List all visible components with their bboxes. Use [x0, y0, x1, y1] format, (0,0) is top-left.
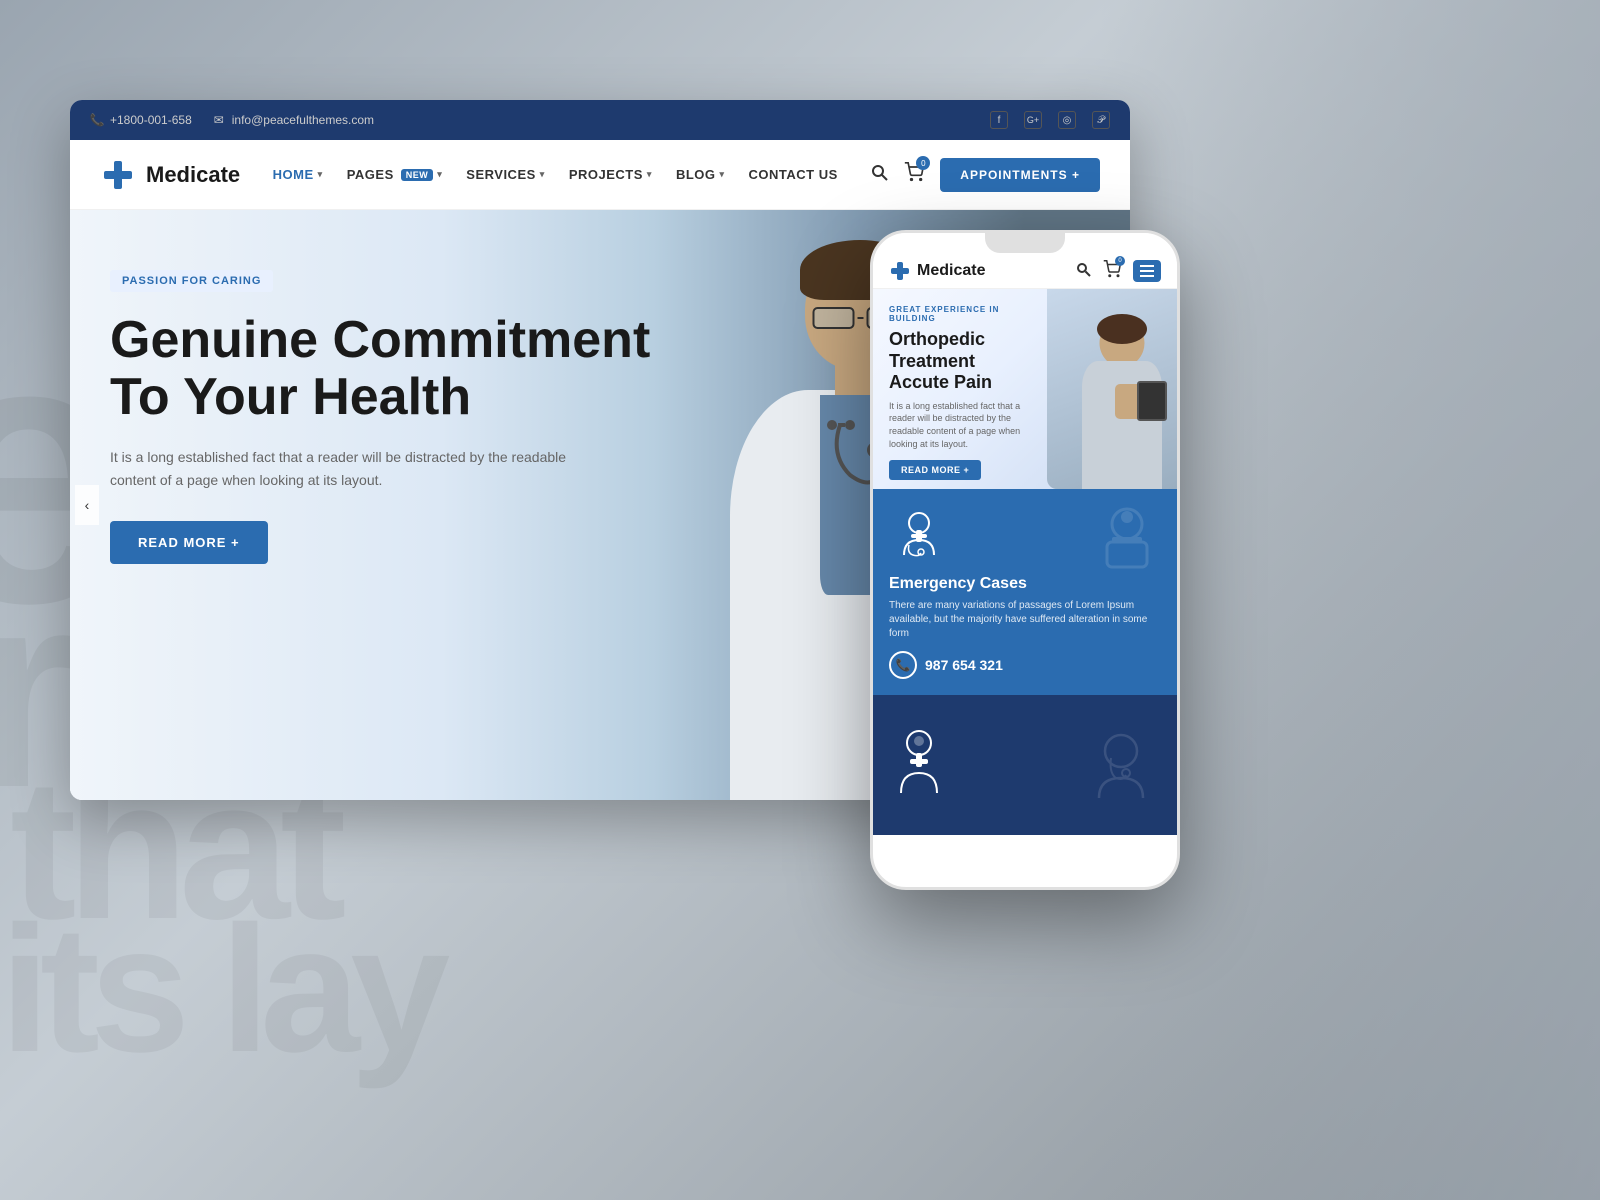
nav-services[interactable]: SERVICES ▾ — [456, 161, 555, 188]
mobile-hero-content: GREAT EXPERIENCE IN BUILDING Orthopedic … — [873, 289, 1043, 489]
mobile-logo-icon — [889, 260, 911, 282]
nav-home[interactable]: HOME ▾ — [263, 161, 333, 188]
hero-title: Genuine Commitment To Your Health — [110, 312, 650, 426]
hero-read-more-button[interactable]: READ MORE + — [110, 521, 268, 564]
hero-title-line1: Genuine Commitment — [110, 311, 650, 369]
mobile-emergency-section: Emergency Cases There are many variation… — [873, 489, 1177, 695]
top-bar-right: f G+ ◎ 𝒫 — [990, 111, 1110, 129]
hero-description: It is a long established fact that a rea… — [110, 446, 610, 491]
mobile-cart-icon[interactable]: 0 — [1103, 260, 1121, 282]
nav-home-label: HOME — [273, 167, 314, 182]
nav-home-chevron: ▾ — [318, 169, 323, 180]
mobile-phone-row: 📞 987 654 321 — [889, 651, 1161, 679]
logo-text: Medicate — [146, 162, 240, 188]
phone-number: +1800-001-658 — [110, 113, 192, 127]
nav-blog[interactable]: BLOG ▾ — [666, 161, 735, 188]
nav-contact[interactable]: CONTACT US — [739, 161, 848, 188]
mobile-emergency-phone: 987 654 321 — [925, 657, 1003, 673]
hero-title-line2: To Your Health — [110, 368, 471, 426]
background-text-large-4: its lay — [0, 900, 440, 1080]
nav-projects-label: PROJECTS — [569, 167, 643, 182]
cart-button[interactable]: 0 — [904, 162, 924, 187]
nav-blog-label: BLOG — [676, 167, 716, 182]
nav-right-actions: 0 APPOINTMENTS + — [870, 158, 1100, 192]
hamburger-line-3 — [1140, 275, 1154, 277]
mobile-bottom-doctor-icon — [889, 723, 949, 808]
nav-contact-label: CONTACT US — [749, 167, 838, 182]
hamburger-line-1 — [1140, 265, 1154, 267]
phone-icon: 📞 — [90, 113, 104, 127]
nav-services-chevron: ▾ — [540, 169, 545, 180]
logo-area[interactable]: Medicate — [100, 157, 240, 193]
cart-badge: 0 — [916, 156, 930, 170]
instagram-icon[interactable]: ◎ — [1058, 111, 1076, 129]
hero-cta-label: READ MORE + — [138, 535, 240, 550]
nav-pages-label: PAGES — [347, 167, 394, 182]
phone-contact[interactable]: 📞 +1800-001-658 — [90, 113, 192, 127]
mobile-emergency-doctor-icon — [889, 505, 949, 565]
carousel-prev-arrow[interactable]: ‹ — [75, 485, 99, 525]
mobile-hero-cta-label: READ MORE + — [901, 465, 969, 475]
top-bar: 📞 +1800-001-658 ✉ info@peacefulthemes.co… — [70, 100, 1130, 140]
mobile-emergency-bg-icon — [1087, 499, 1167, 579]
mobile-hero-label: GREAT EXPERIENCE IN BUILDING — [889, 305, 1027, 323]
mobile-hero-section: GREAT EXPERIENCE IN BUILDING Orthopedic … — [873, 289, 1177, 489]
logo-icon — [100, 157, 136, 193]
mobile-hero-cta[interactable]: READ MORE + — [889, 460, 981, 480]
email-icon: ✉ — [212, 113, 226, 127]
pinterest-icon[interactable]: 𝒫 — [1092, 111, 1110, 129]
nav-links: HOME ▾ PAGES New ▾ SERVICES ▾ PROJECTS ▾… — [263, 161, 848, 188]
top-bar-left: 📞 +1800-001-658 ✉ info@peacefulthemes.co… — [90, 113, 374, 127]
nav-pages[interactable]: PAGES New ▾ — [337, 161, 453, 188]
mobile-cart-badge: 0 — [1115, 256, 1125, 266]
mobile-logo[interactable]: Medicate — [889, 260, 985, 282]
mobile-emergency-description: There are many variations of passages of… — [889, 599, 1161, 641]
mobile-mockup: Medicate 0 — [870, 230, 1180, 890]
mobile-bottom-section — [873, 695, 1177, 835]
mobile-search-icon[interactable] — [1075, 261, 1091, 281]
mobile-logo-text: Medicate — [917, 262, 985, 280]
appointments-label: APPOINTMENTS + — [960, 168, 1080, 182]
nav-pages-badge: New — [401, 169, 434, 181]
google-plus-icon[interactable]: G+ — [1024, 111, 1042, 129]
facebook-icon[interactable]: f — [990, 111, 1008, 129]
appointments-button[interactable]: APPOINTMENTS + — [940, 158, 1100, 192]
mobile-nav-icons: 0 — [1075, 260, 1161, 282]
mobile-notch — [985, 233, 1065, 253]
mobile-hero-title: Orthopedic Treatment Accute Pain — [889, 329, 1027, 394]
nav-services-label: SERVICES — [466, 167, 536, 182]
hero-content: PASSION FOR CARING Genuine Commitment To… — [110, 270, 650, 564]
email-contact[interactable]: ✉ info@peacefulthemes.com — [212, 113, 374, 127]
nav-blog-chevron: ▾ — [720, 169, 725, 180]
email-address: info@peacefulthemes.com — [232, 113, 374, 127]
navigation-bar: Medicate HOME ▾ PAGES New ▾ SERVICES ▾ P… — [70, 140, 1130, 210]
nav-pages-chevron: ▾ — [437, 169, 442, 180]
mobile-hamburger-menu[interactable] — [1133, 260, 1161, 282]
passion-badge: PASSION FOR CARING — [110, 270, 273, 292]
hamburger-line-2 — [1140, 270, 1154, 272]
mobile-bottom-bg-icon — [1081, 723, 1161, 808]
nav-projects-chevron: ▾ — [647, 169, 652, 180]
search-button[interactable] — [870, 163, 888, 186]
mobile-phone-icon: 📞 — [889, 651, 917, 679]
mobile-hero-description: It is a long established fact that a rea… — [889, 400, 1027, 450]
nav-projects[interactable]: PROJECTS ▾ — [559, 161, 662, 188]
